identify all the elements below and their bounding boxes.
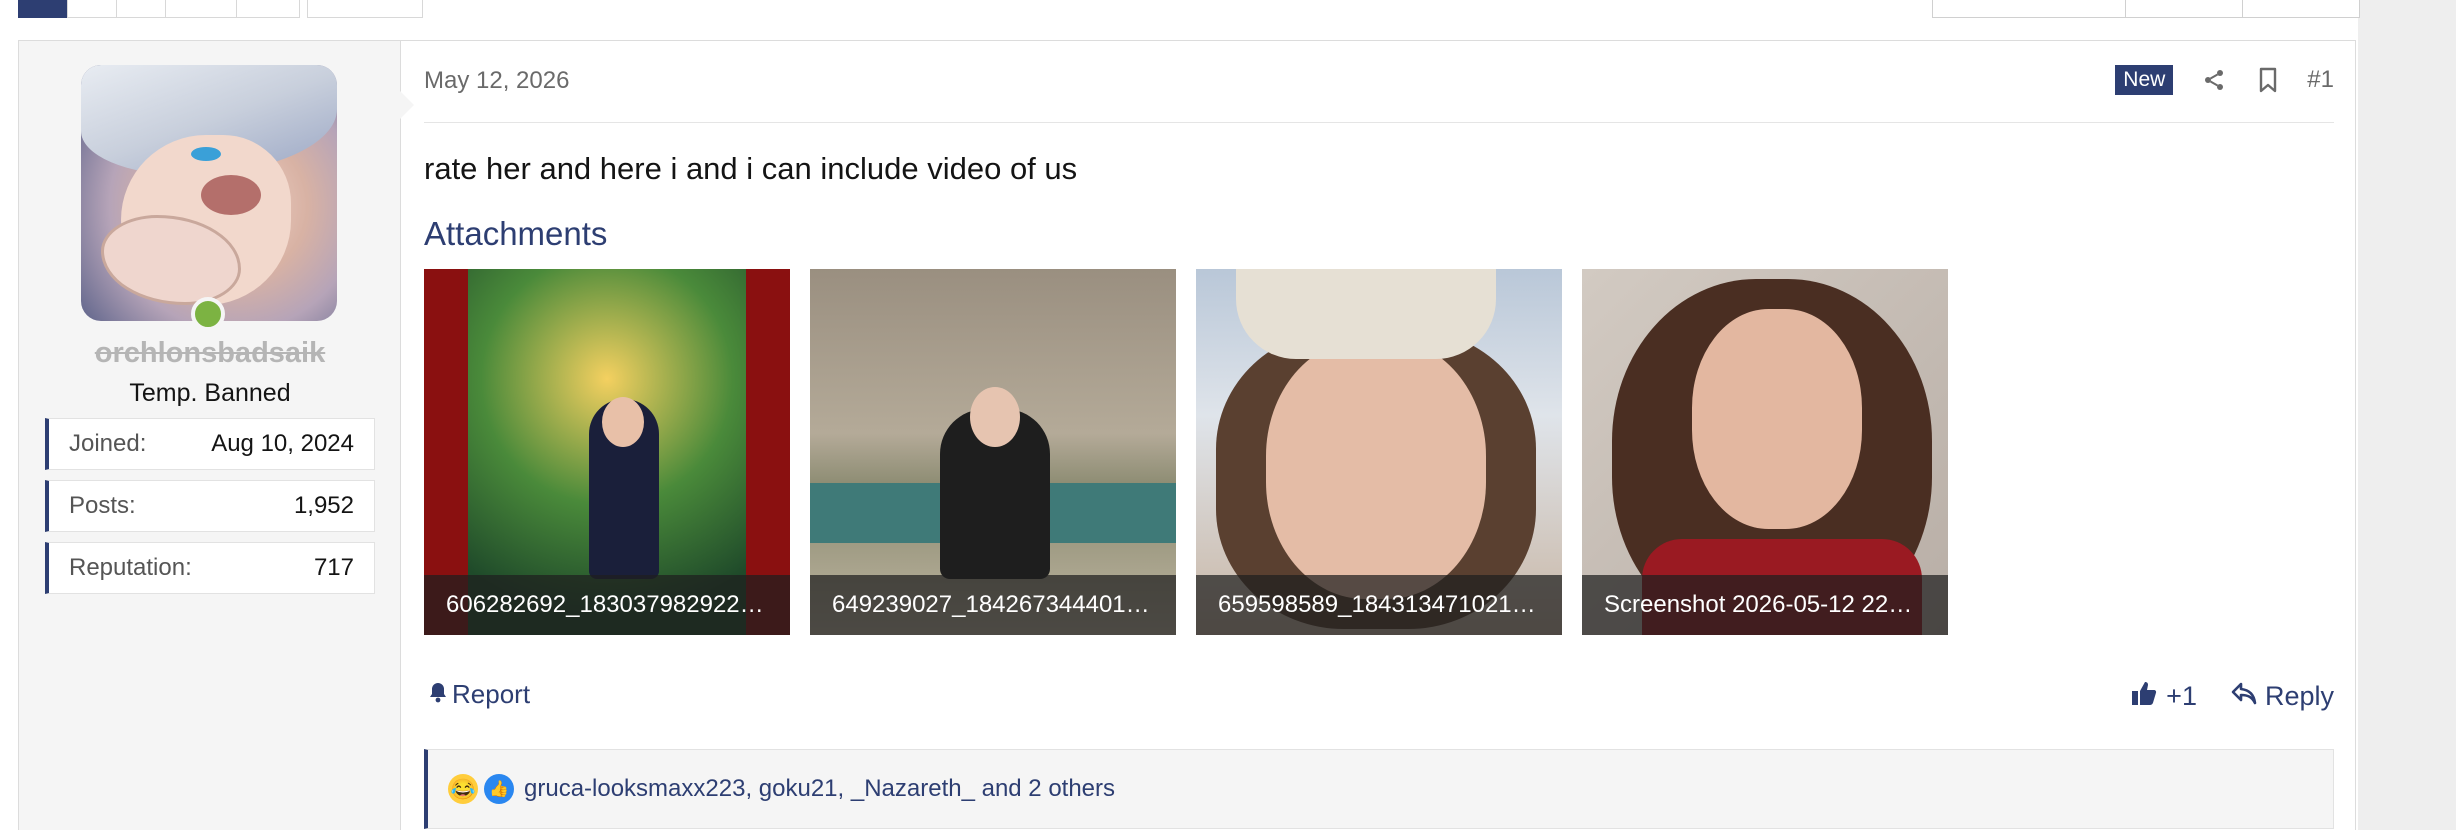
reactions-list[interactable]: gruca-looksmaxx223, goku21, _Nazareth_ a…	[524, 775, 1115, 803]
message: May 12, 2026 New #1 rate her and here i …	[424, 41, 2334, 830]
post-actions: Report +1 Reply	[424, 671, 2334, 731]
thumbs-up-icon	[2130, 679, 2158, 714]
report-button[interactable]: Report	[428, 679, 530, 710]
stat-joined: Joined: Aug 10, 2024	[45, 418, 375, 470]
page-link[interactable]	[116, 0, 166, 18]
stat-value: 717	[313, 554, 354, 581]
like-count: +1	[2166, 681, 2197, 711]
stat-reputation: Reputation: 717	[45, 542, 375, 594]
attachment-filename: 606282692_183037982922…	[424, 575, 790, 635]
stat-value: Aug 10, 2024	[211, 430, 354, 457]
attachment-thumbnail[interactable]: 606282692_183037982922…	[424, 269, 790, 635]
online-status-icon	[191, 297, 225, 331]
thread-tools	[1932, 0, 2360, 18]
attachment-thumbnail[interactable]: Screenshot 2026-05-12 22…	[1582, 269, 1948, 635]
username[interactable]: orchlonsbadsaik	[19, 337, 401, 370]
like-reaction-icon: 👍	[484, 774, 514, 804]
post-body: rate her and here i and i can include vi…	[424, 151, 1078, 186]
attachment-list: 606282692_183037982922… 649239027_184267…	[424, 269, 1968, 635]
stat-posts: Posts: 1,952	[45, 480, 375, 532]
message-header: May 12, 2026 New #1	[424, 41, 2334, 123]
bookmark-icon[interactable]	[2253, 65, 2283, 95]
user-col-arrow	[400, 91, 414, 119]
page-link[interactable]	[165, 0, 237, 18]
page-link-current[interactable]	[18, 0, 68, 18]
pagination	[18, 0, 423, 18]
post-date[interactable]: May 12, 2026	[424, 67, 569, 95]
attachments-heading: Attachments	[424, 215, 608, 252]
reactions-bar[interactable]: 😂 👍 gruca-looksmaxx223, goku21, _Nazaret…	[424, 749, 2334, 829]
post: orchlonsbadsaik Temp. Banned Joined: Aug…	[18, 40, 2356, 830]
avatar[interactable]	[81, 65, 337, 321]
report-label: Report	[452, 679, 531, 709]
attachment-filename: Screenshot 2026-05-12 22…	[1582, 575, 1948, 635]
reply-label: Reply	[2264, 681, 2334, 711]
user-info: orchlonsbadsaik Temp. Banned Joined: Aug…	[19, 41, 401, 830]
reply-button[interactable]: Reply	[2231, 681, 2334, 712]
stat-label: Posts:	[69, 492, 136, 519]
like-button[interactable]: +1	[2130, 679, 2197, 714]
thread-tool-button[interactable]	[1932, 0, 2126, 18]
attachment-thumbnail[interactable]: 649239027_184267344401…	[810, 269, 1176, 635]
thread-tool-button[interactable]	[2242, 0, 2360, 18]
new-badge: New	[2115, 65, 2174, 95]
reply-icon	[2231, 681, 2257, 712]
laugh-reaction-icon: 😂	[448, 774, 478, 804]
page-link-next[interactable]	[236, 0, 300, 18]
page-link[interactable]	[67, 0, 117, 18]
page-jump-button[interactable]	[307, 0, 423, 18]
stat-value: 1,952	[293, 492, 354, 519]
thread-tool-button[interactable]	[2125, 0, 2243, 18]
user-title: Temp. Banned	[129, 379, 291, 407]
bell-icon	[428, 681, 448, 709]
page-gutter	[2358, 0, 2456, 830]
stat-label: Joined:	[69, 430, 147, 457]
attachment-thumbnail[interactable]: 659598589_184313471021…	[1196, 269, 1562, 635]
attachment-filename: 649239027_184267344401…	[810, 575, 1176, 635]
post-number[interactable]: #1	[2307, 66, 2334, 94]
stat-label: Reputation:	[69, 554, 192, 581]
attachment-filename: 659598589_184313471021…	[1196, 575, 1562, 635]
share-icon[interactable]	[2199, 65, 2229, 95]
